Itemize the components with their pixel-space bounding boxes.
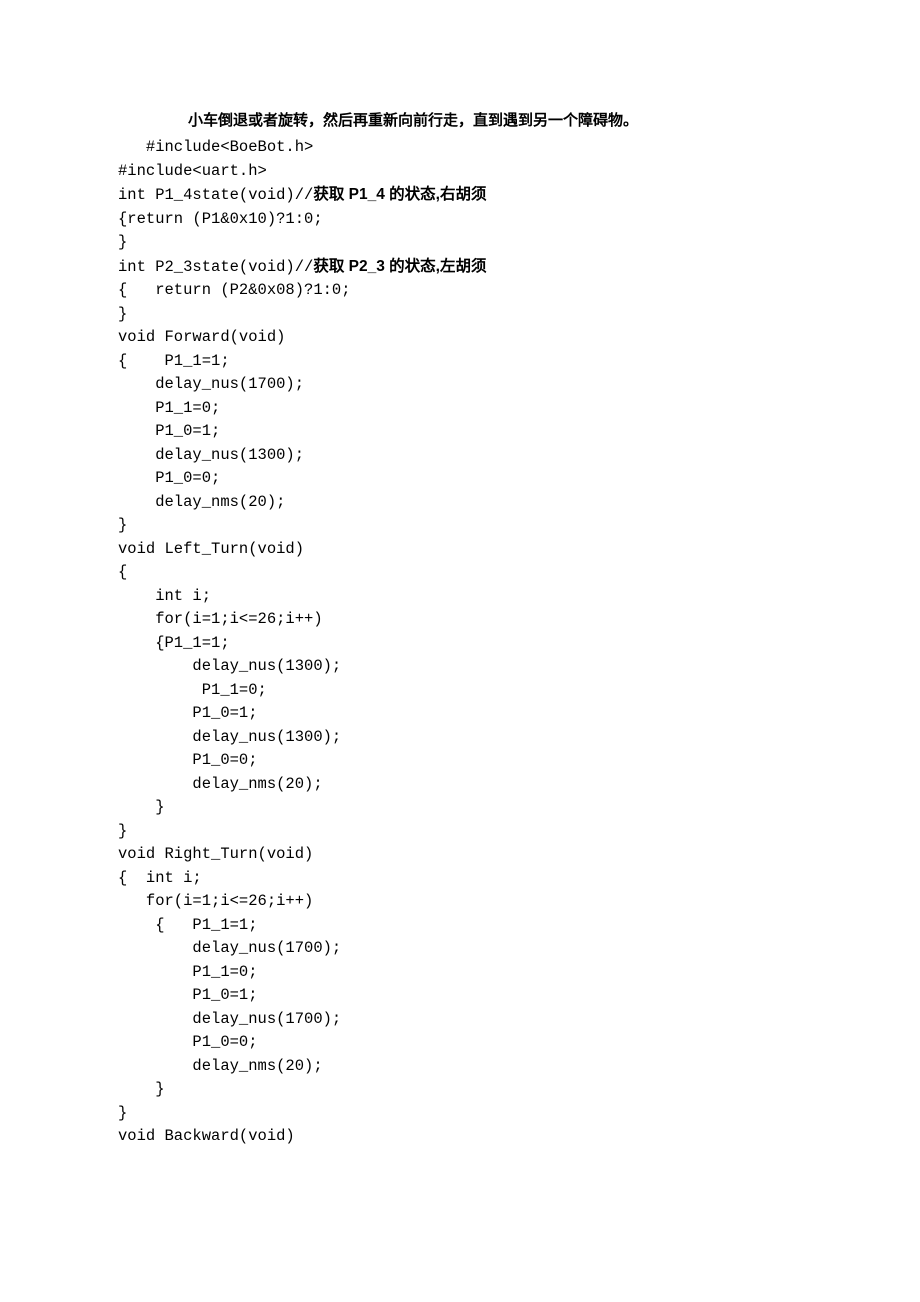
code-line: P1_0=0; [118,1033,258,1051]
document-page: 小车倒退或者旋转，然后再重新向前行走，直到遇到另一个障碍物。 #include<… [0,0,920,1249]
code-line: } [118,233,127,251]
code-line: { [118,563,127,581]
code-line: for(i=1;i<=26;i++) [118,610,323,628]
code-line: } [118,822,127,840]
code-line: delay_nms(20); [118,775,323,793]
code-line: P1_1=0; [118,399,220,417]
code-line: } [118,516,127,534]
code-line: { P1_1=1; [118,916,258,934]
code-line: delay_nms(20); [118,493,285,511]
code-line: {return (P1&0x10)?1:0; [118,210,323,228]
code-line: void Left_Turn(void) [118,540,304,558]
code-line: } [118,305,127,323]
code-line: #include<BoeBot.h> [118,138,313,156]
code-comment: 获取 P1_4 的状态,右胡须 [313,186,486,203]
code-comment: 获取 P2_3 的状态,左胡须 [313,258,486,275]
code-line: { int i; [118,869,202,887]
code-line: P1_1=0; [118,681,267,699]
code-line: } [118,1080,165,1098]
code-line: } [118,798,165,816]
document-title: 小车倒退或者旋转，然后再重新向前行走，直到遇到另一个障碍物。 [118,110,830,132]
code-line: {P1_1=1; [118,634,230,652]
code-line: P1_0=1; [118,422,220,440]
code-block: #include<BoeBot.h> #include<uart.h> int … [118,136,830,1149]
code-line: for(i=1;i<=26;i++) [118,892,313,910]
code-line: } [118,1104,127,1122]
code-line: int P1_4state(void)// [118,186,313,204]
code-line: delay_nus(1300); [118,446,304,464]
code-line: P1_1=0; [118,963,258,981]
code-line: delay_nus(1700); [118,1010,341,1028]
code-line: delay_nus(1300); [118,728,341,746]
code-line: { P1_1=1; [118,352,230,370]
code-line: int i; [118,587,211,605]
code-line: delay_nus(1700); [118,375,304,393]
code-line: void Forward(void) [118,328,285,346]
code-line: P1_0=0; [118,469,220,487]
code-line: P1_0=1; [118,704,258,722]
code-line: int P2_3state(void)// [118,258,313,276]
code-line: delay_nms(20); [118,1057,323,1075]
code-line: #include<uart.h> [118,162,267,180]
code-line: void Backward(void) [118,1127,295,1145]
code-line: { return (P2&0x08)?1:0; [118,281,351,299]
code-line: P1_0=0; [118,751,258,769]
code-line: delay_nus(1300); [118,657,341,675]
code-line: delay_nus(1700); [118,939,341,957]
code-line: P1_0=1; [118,986,258,1004]
code-line: void Right_Turn(void) [118,845,313,863]
